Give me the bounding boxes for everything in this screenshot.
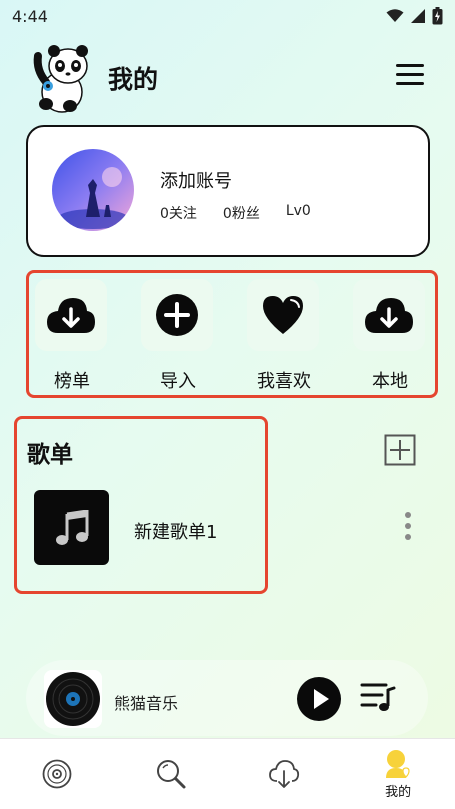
status-bar: 4:44: [0, 0, 455, 32]
cloud-download-icon: [269, 760, 300, 788]
wifi-icon: [386, 9, 404, 22]
search-icon: [156, 760, 186, 789]
mini-player[interactable]: 熊猫音乐: [26, 660, 428, 736]
heart-icon: [263, 296, 303, 334]
page-title: 我的: [108, 65, 159, 94]
cloud-download-icon: [47, 298, 95, 333]
battery-icon: [432, 7, 443, 25]
menu-button[interactable]: [396, 64, 424, 88]
account-name[interactable]: 添加账号: [160, 167, 232, 193]
quick-action-local[interactable]: 本地: [353, 279, 427, 392]
account-stats: 0关注 0粉丝 Lv0: [160, 203, 311, 223]
quick-actions-highlight: 榜单 导入 我喜欢 本地: [26, 270, 438, 398]
playlist-cover: [34, 490, 109, 565]
quick-action-charts[interactable]: 榜单: [35, 279, 109, 392]
status-time: 4:44: [12, 6, 48, 26]
header: 我的: [0, 38, 455, 118]
following-count[interactable]: 0关注: [160, 203, 197, 223]
quick-action-label: 导入: [160, 371, 196, 392]
player-title: 熊猫音乐: [114, 694, 179, 713]
plus-circle-icon: [156, 294, 198, 336]
playlist-name: 新建歌单1: [134, 522, 218, 543]
followers-count[interactable]: 0粉丝: [223, 203, 260, 223]
level-badge: Lv0: [285, 203, 311, 219]
add-playlist-button[interactable]: [384, 434, 416, 466]
nav-tab-disc[interactable]: [0, 739, 114, 809]
quick-action-label: 榜单: [54, 371, 90, 392]
playlist-queue-icon[interactable]: [360, 682, 396, 712]
nav-tab-search[interactable]: [114, 739, 228, 809]
menu-icon: [396, 64, 424, 67]
status-icons: [386, 7, 443, 25]
nav-tab-profile[interactable]: 我的: [341, 739, 455, 809]
nav-label: 我的: [385, 784, 412, 800]
bottom-nav: 我的: [0, 738, 455, 809]
avatar: [52, 149, 134, 231]
quick-action-label: 本地: [372, 371, 408, 392]
vinyl-disc-icon[interactable]: [44, 670, 102, 728]
profile-icon: [386, 749, 410, 778]
quick-action-favorites[interactable]: 我喜欢: [247, 279, 321, 392]
quick-action-import[interactable]: 导入: [141, 279, 215, 392]
music-note-icon: [55, 509, 88, 545]
quick-action-label: 我喜欢: [257, 371, 311, 392]
signal-icon: [411, 9, 425, 23]
more-options-icon[interactable]: [400, 512, 416, 548]
panda-logo: [33, 45, 88, 113]
playlist-item[interactable]: 新建歌单1: [34, 490, 334, 566]
nav-tab-download[interactable]: [228, 739, 342, 809]
disc-icon: [42, 759, 72, 789]
play-button[interactable]: [296, 676, 342, 722]
section-title: 歌单: [27, 442, 73, 468]
account-card[interactable]: 添加账号 0关注 0粉丝 Lv0: [26, 125, 430, 257]
cloud-download-icon: [365, 298, 413, 333]
